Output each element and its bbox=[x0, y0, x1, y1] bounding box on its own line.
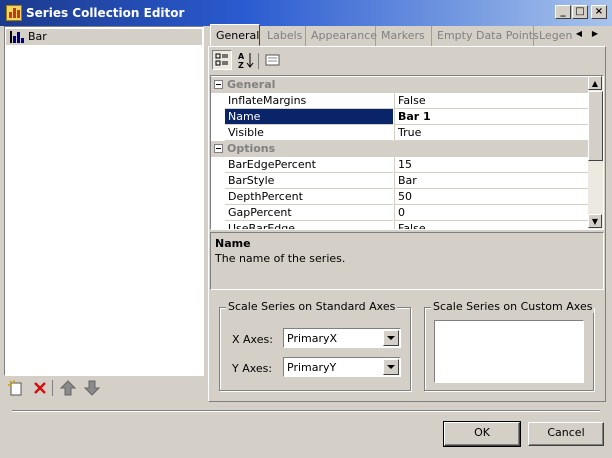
standard-axes-title: Scale Series on Standard Axes bbox=[226, 300, 398, 313]
move-down-icon bbox=[83, 380, 101, 396]
toolbar-divider bbox=[258, 53, 259, 69]
table-row[interactable]: Name Bar 1 bbox=[211, 109, 589, 125]
window-title: Series Collection Editor bbox=[26, 6, 185, 20]
scrollbar-thumb[interactable] bbox=[588, 91, 603, 161]
app-icon bbox=[6, 5, 22, 21]
chevron-down-icon[interactable] bbox=[383, 359, 399, 375]
table-row[interactable]: DepthPercent 50 bbox=[211, 189, 589, 205]
property-name: Name bbox=[225, 109, 393, 125]
help-title: Name bbox=[215, 237, 251, 250]
cancel-button[interactable]: Cancel bbox=[528, 422, 604, 446]
categorized-button[interactable] bbox=[212, 50, 232, 70]
help-pane: Name The name of the series. bbox=[210, 232, 604, 290]
tab-strip: General Labels Appearance Markers Empty … bbox=[208, 24, 606, 46]
move-up-icon bbox=[59, 380, 77, 396]
property-name: DepthPercent bbox=[225, 189, 393, 205]
tab-empty-data-points[interactable]: Empty Data Points bbox=[432, 26, 539, 46]
property-name: BarEdgePercent bbox=[225, 157, 393, 173]
minimize-button[interactable]: _ bbox=[555, 5, 571, 19]
alphabetical-button[interactable]: A Z bbox=[236, 50, 256, 70]
property-name: GapPercent bbox=[225, 205, 393, 221]
custom-axes-title: Scale Series on Custom Axes bbox=[431, 300, 595, 313]
table-row[interactable]: GapPercent 0 bbox=[211, 205, 589, 221]
property-value[interactable]: Bar bbox=[394, 173, 589, 189]
custom-axes-list[interactable] bbox=[434, 320, 584, 383]
collapse-icon[interactable] bbox=[214, 80, 223, 89]
bar-chart-icon bbox=[10, 31, 24, 43]
title-bar: Series Collection Editor _ □ × bbox=[0, 0, 612, 26]
table-row[interactable]: InflateMargins False bbox=[211, 93, 589, 109]
property-pages-icon bbox=[265, 54, 280, 66]
collapse-icon[interactable] bbox=[214, 144, 223, 153]
tab-general[interactable]: General bbox=[210, 24, 260, 46]
tab-legend[interactable]: Legend bbox=[534, 26, 572, 46]
series-list[interactable]: Bar bbox=[4, 26, 204, 376]
list-item-label: Bar bbox=[28, 30, 47, 43]
scroll-up-icon[interactable]: ▲ bbox=[588, 76, 602, 90]
y-axes-select[interactable]: PrimaryY bbox=[283, 357, 401, 377]
svg-text:Z: Z bbox=[238, 61, 244, 70]
toolbar-divider bbox=[52, 380, 53, 396]
standard-axes-group bbox=[219, 307, 411, 391]
x-axes-select[interactable]: PrimaryX bbox=[283, 328, 401, 348]
ok-button[interactable]: OK bbox=[443, 421, 521, 447]
property-value[interactable]: True bbox=[394, 125, 589, 141]
property-value[interactable]: False bbox=[394, 93, 589, 109]
property-name: BarStyle bbox=[225, 173, 393, 189]
table-row[interactable]: BarStyle Bar bbox=[211, 173, 589, 189]
category-label: General bbox=[227, 78, 276, 91]
tab-appearance[interactable]: Appearance bbox=[306, 26, 377, 46]
svg-text:A: A bbox=[238, 52, 245, 61]
property-value[interactable]: False bbox=[394, 221, 589, 229]
tab-markers[interactable]: Markers bbox=[376, 26, 432, 46]
alphabetical-icon: A Z bbox=[238, 52, 254, 70]
maximize-button[interactable]: □ bbox=[572, 5, 588, 19]
scroll-down-icon[interactable]: ▼ bbox=[588, 214, 602, 228]
property-grid[interactable]: General InflateMargins False Name Bar 1 … bbox=[210, 75, 604, 230]
property-name: InflateMargins bbox=[225, 93, 393, 109]
close-button[interactable]: × bbox=[591, 5, 607, 19]
property-pages-button[interactable] bbox=[263, 50, 283, 70]
y-axes-label: Y Axes: bbox=[232, 362, 273, 375]
x-axes-label: X Axes: bbox=[232, 333, 273, 346]
property-value[interactable]: Bar 1 bbox=[394, 109, 589, 125]
table-row[interactable]: BarEdgePercent 15 bbox=[211, 157, 589, 173]
property-value[interactable]: 0 bbox=[394, 205, 589, 221]
tab-scroll-left-icon[interactable]: ◀ bbox=[572, 27, 586, 41]
delete-icon bbox=[34, 382, 46, 394]
y-axes-value: PrimaryY bbox=[287, 361, 337, 374]
tab-scroll-right-icon[interactable]: ▶ bbox=[588, 27, 602, 41]
category-label: Options bbox=[227, 142, 276, 155]
move-down-button[interactable] bbox=[82, 378, 102, 398]
chevron-down-icon[interactable] bbox=[383, 330, 399, 346]
delete-button[interactable] bbox=[30, 378, 50, 398]
property-value[interactable]: 15 bbox=[394, 157, 589, 173]
property-grid-scrollbar[interactable]: ▲ ▼ bbox=[588, 76, 603, 229]
categorized-icon bbox=[215, 53, 228, 66]
help-description: The name of the series. bbox=[215, 252, 346, 265]
category-general[interactable]: General bbox=[211, 77, 589, 93]
property-name: UseBarEdge bbox=[225, 221, 393, 229]
add-icon bbox=[8, 380, 22, 396]
separator bbox=[12, 410, 600, 412]
table-row[interactable]: Visible True bbox=[211, 125, 589, 141]
move-up-button[interactable] bbox=[58, 378, 78, 398]
category-options[interactable]: Options bbox=[211, 141, 589, 157]
property-value[interactable]: 50 bbox=[394, 189, 589, 205]
list-item[interactable]: Bar bbox=[6, 29, 202, 45]
add-button[interactable] bbox=[6, 378, 26, 398]
property-name: Visible bbox=[225, 125, 393, 141]
table-row[interactable]: UseBarEdge False bbox=[211, 221, 589, 229]
tab-labels[interactable]: Labels bbox=[262, 26, 306, 46]
x-axes-value: PrimaryX bbox=[287, 332, 338, 345]
